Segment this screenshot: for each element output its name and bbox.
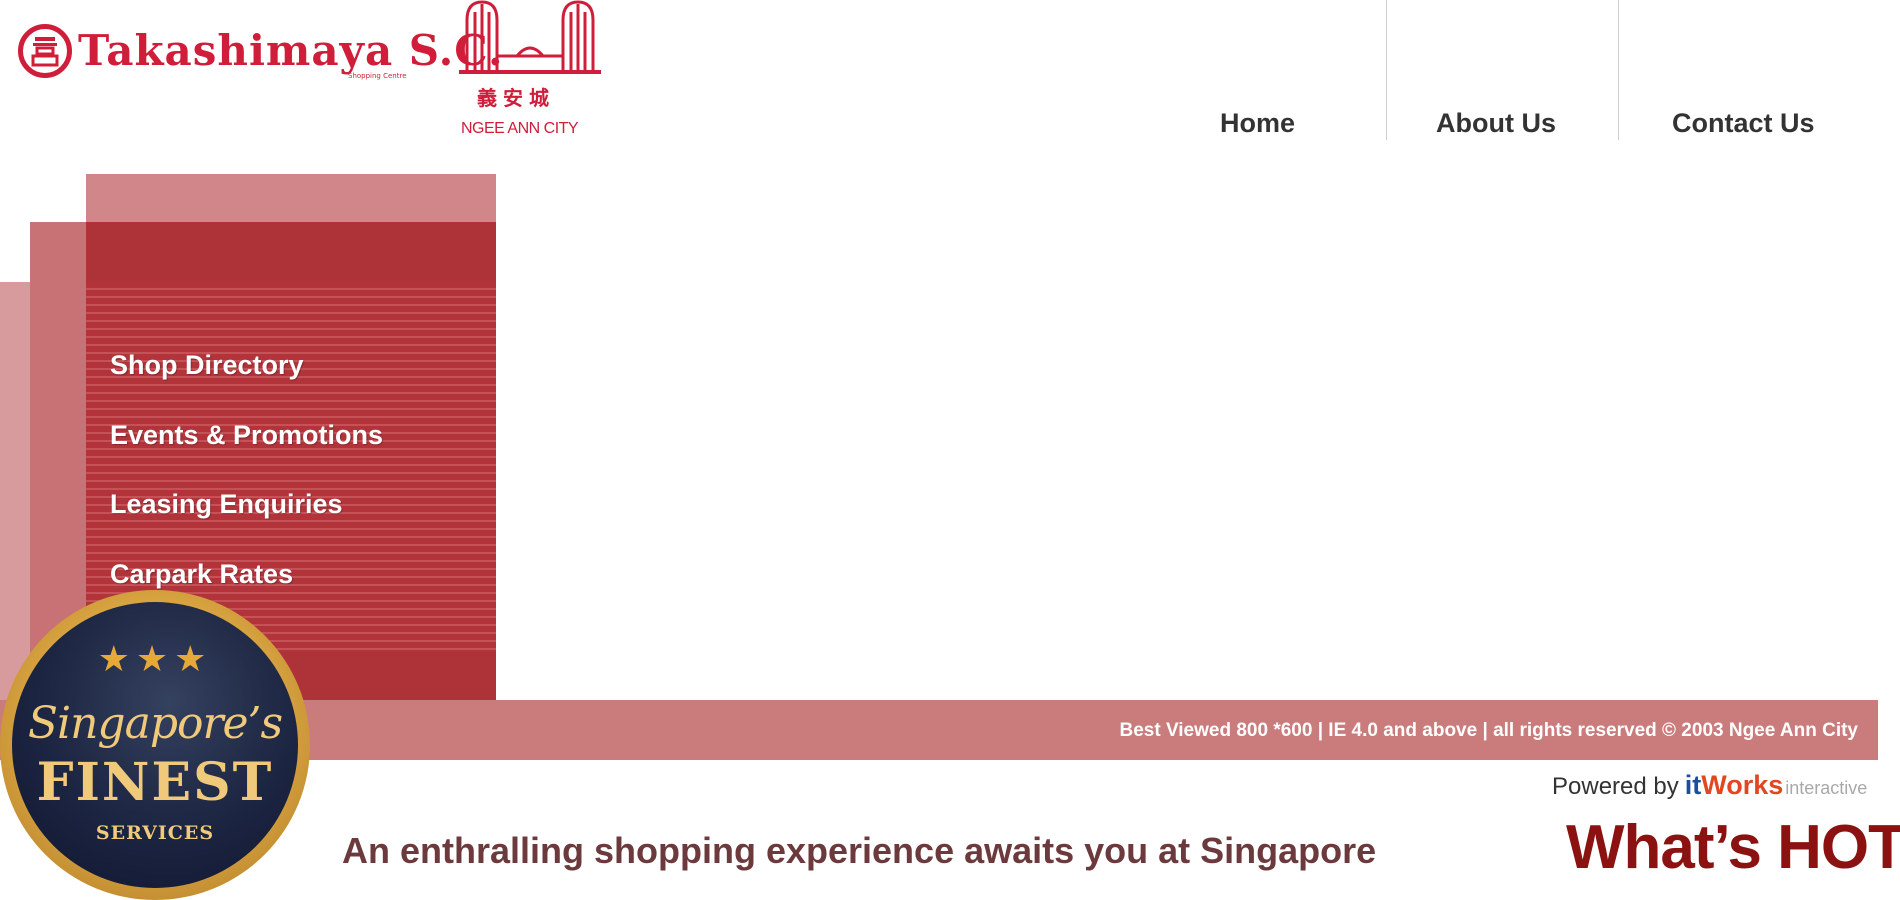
twin-towers-icon (459, 0, 601, 74)
itworks-logo-it: it (1684, 770, 1702, 800)
powered-by-label: Powered by (1552, 773, 1679, 800)
sidebar-top-tab (86, 174, 496, 224)
sidebar-item-events-promotions[interactable]: Events & Promotions (110, 420, 383, 451)
sidebar-item-shop-directory[interactable]: Shop Directory (110, 350, 304, 381)
takashimaya-subtitle: Shopping Centre (348, 72, 407, 80)
page: Takashimaya S.C. Shopping Centre 義安城 NGE… (0, 0, 1900, 900)
takashimaya-seal-icon (18, 24, 72, 78)
top-nav: Home About Us Contact Us (1180, 0, 1900, 140)
badge-finest-text: FINEST (36, 752, 274, 813)
badge-script-text: Singapore’s (27, 698, 283, 749)
ngee-ann-city-logo[interactable]: 義安城 NGEE ANN CITY (455, 0, 605, 140)
takashimaya-logo[interactable]: Takashimaya S.C. Shopping Centre (18, 18, 503, 90)
sidebar-item-leasing-enquiries[interactable]: Leasing Enquiries (110, 489, 343, 520)
ngee-ann-city-wordmark: NGEE ANN CITY (461, 120, 579, 137)
badge-stars-icon: ★★★ (97, 638, 213, 679)
copyright-text: Best Viewed 800 *600 | IE 4.0 and above … (1119, 720, 1858, 741)
ticker-text: An enthralling shopping experience await… (342, 830, 1378, 871)
takashimaya-wordmark: Takashimaya S.C. (78, 26, 504, 75)
badge-inner: ★★★ Singapore’s FINEST SERVICES (12, 602, 298, 888)
nav-home[interactable]: Home (1220, 108, 1295, 139)
nav-contact-us[interactable]: Contact Us (1672, 108, 1815, 139)
badge-services-text: SERVICES (95, 822, 215, 844)
singapores-finest-badge[interactable]: ★★★ Singapore’s FINEST SERVICES (0, 590, 310, 900)
powered-by-link[interactable]: Powered by itWorks interactive (1552, 770, 1882, 804)
nav-divider (1618, 0, 1619, 140)
whats-hot-link[interactable]: What’s HOT (1566, 812, 1900, 883)
nav-divider (1386, 0, 1387, 140)
marquee-ticker: An enthralling shopping experience await… (342, 830, 1378, 880)
sidebar-item-carpark-rates[interactable]: Carpark Rates (110, 559, 293, 590)
nav-about-us[interactable]: About Us (1436, 108, 1556, 139)
itworks-logo-interactive: interactive (1785, 778, 1868, 798)
ngee-ann-city-chinese: 義安城 (477, 86, 555, 110)
itworks-logo-works: Works (1701, 770, 1784, 800)
